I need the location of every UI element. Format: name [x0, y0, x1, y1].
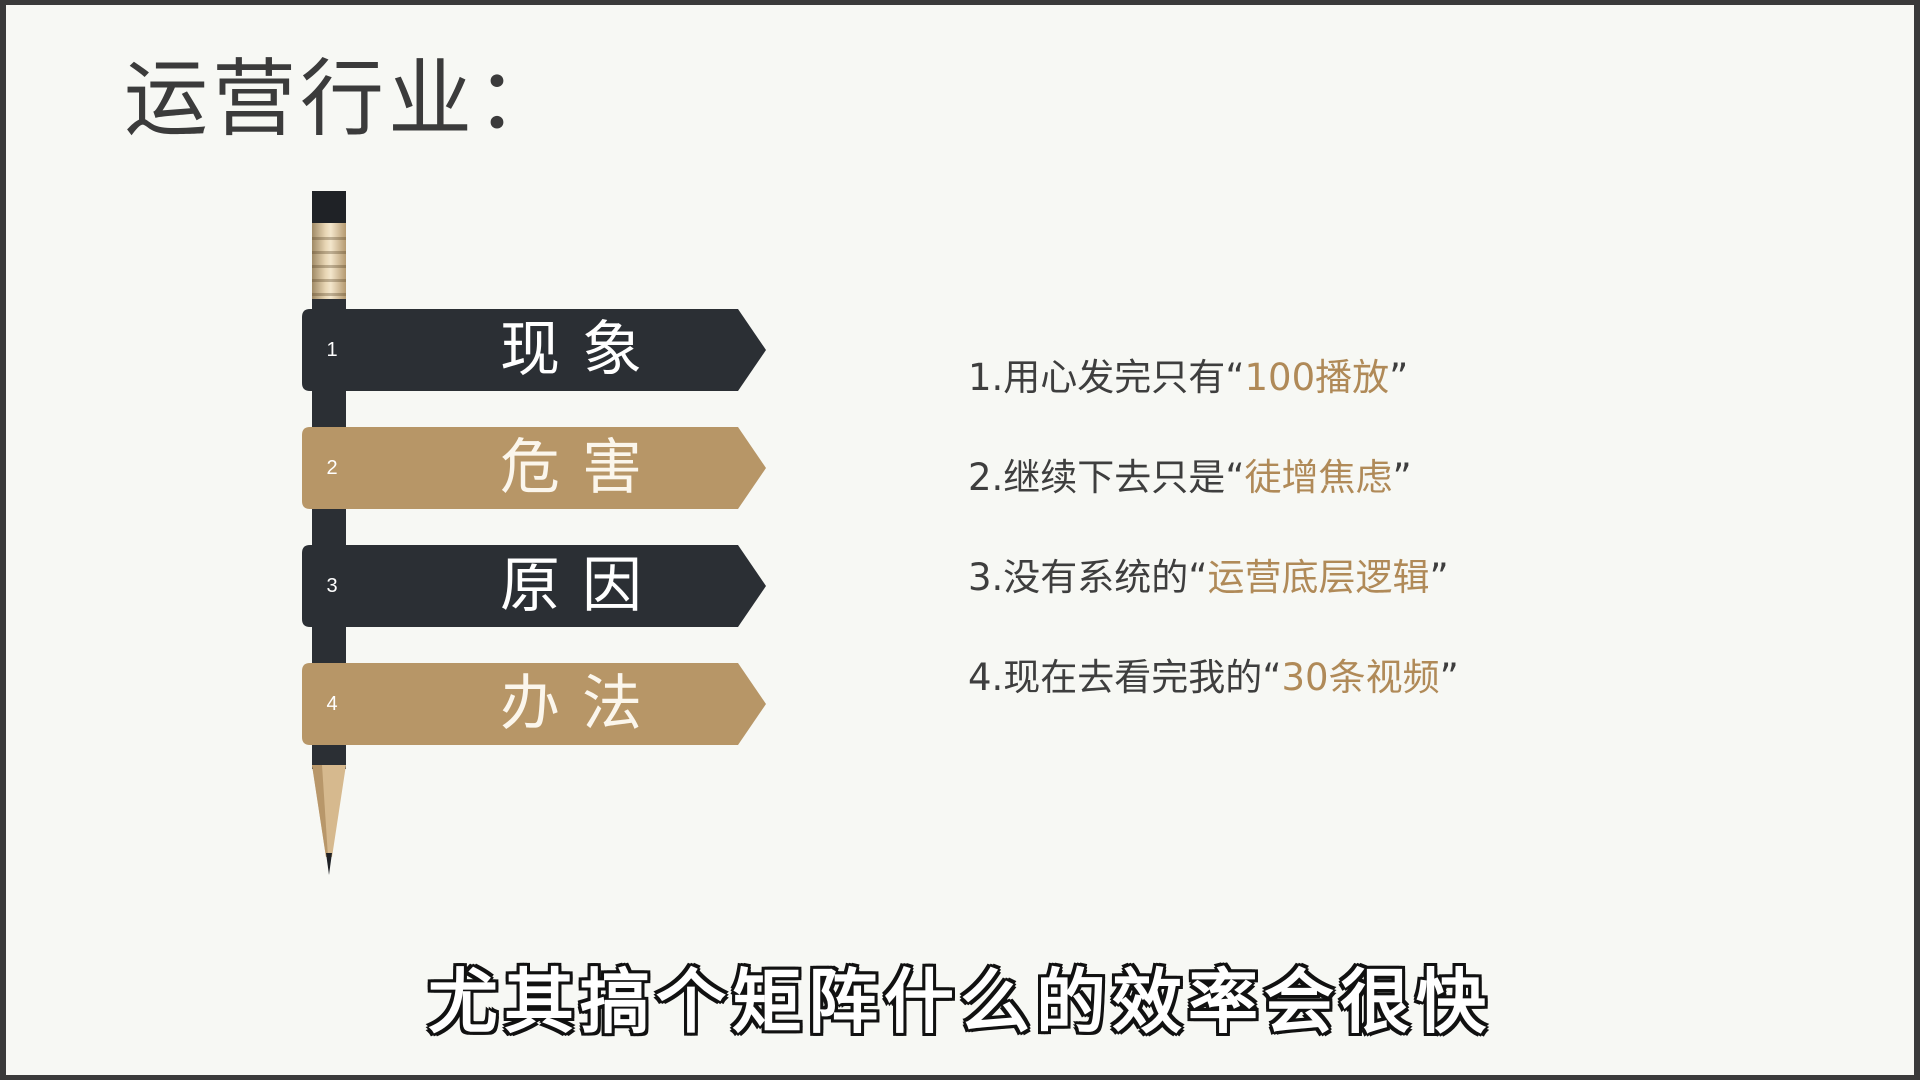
- close-quote: ”: [1429, 556, 1449, 599]
- point-text: 1.用心发完只有: [968, 356, 1226, 399]
- step-number: 3: [326, 575, 338, 597]
- point-highlight: 徒增焦虑: [1244, 456, 1393, 499]
- step-bar-1: 1 现象: [302, 309, 766, 391]
- point-highlight: 100播放: [1244, 356, 1390, 399]
- step-label: 原因: [500, 551, 664, 621]
- step-bar-4: 4 办法: [302, 663, 766, 745]
- point-item-1: 1.用心发完只有“100播放”: [968, 359, 1408, 396]
- point-text: 4.现在去看完我的: [968, 656, 1263, 699]
- video-subtitle: 尤其搞个矩阵什么的效率会很快: [428, 961, 1492, 1043]
- step-bar-3: 3 原因: [302, 545, 766, 627]
- open-quote: “: [1225, 456, 1245, 499]
- step-number: 1: [326, 339, 338, 361]
- point-text: 3.没有系统的: [968, 556, 1189, 599]
- close-quote: ”: [1439, 656, 1459, 699]
- step-label: 危害: [500, 433, 664, 503]
- step-label: 办法: [500, 669, 664, 739]
- slide-title: 运营行业：: [124, 50, 565, 148]
- open-quote: “: [1225, 356, 1245, 399]
- step-label: 现象: [500, 315, 664, 385]
- close-quote: ”: [1392, 456, 1412, 499]
- pencil-ferrule: [312, 223, 346, 301]
- open-quote: “: [1188, 556, 1208, 599]
- point-highlight: 运营底层逻辑: [1207, 556, 1430, 599]
- pencil-tip-icon: [312, 765, 346, 875]
- point-item-4: 4.现在去看完我的“30条视频”: [968, 659, 1459, 696]
- step-number: 2: [326, 457, 338, 479]
- point-text: 2.继续下去只是: [968, 456, 1226, 499]
- close-quote: ”: [1389, 356, 1409, 399]
- point-item-3: 3.没有系统的“运营底层逻辑”: [968, 559, 1449, 596]
- point-highlight: 30条视频: [1281, 656, 1440, 699]
- point-item-2: 2.继续下去只是“徒增焦虑”: [968, 459, 1412, 496]
- slide: 运营行业： 1 现象 2 危害 3 原因 4 办法 1.用心发完只有“100播放…: [6, 5, 1914, 1075]
- pencil-eraser: [312, 191, 346, 225]
- open-quote: “: [1262, 656, 1282, 699]
- step-number: 4: [326, 693, 338, 715]
- step-bar-2: 2 危害: [302, 427, 766, 509]
